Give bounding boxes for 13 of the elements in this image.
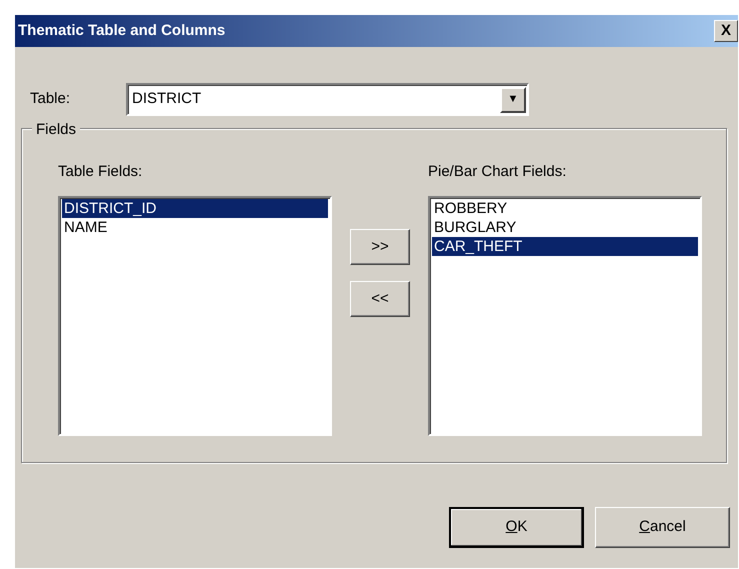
list-item[interactable]: DISTRICT_ID [62,198,328,218]
cancel-button[interactable]: Cancel [595,507,730,548]
list-item[interactable]: CAR_THEFT [432,236,698,256]
list-item[interactable]: BURGLARY [432,218,698,236]
close-button[interactable]: X [714,20,738,42]
remove-button[interactable]: << [350,281,410,317]
list-item[interactable]: ROBBERY [432,198,698,218]
table-dropdown[interactable]: DISTRICT ▼ [126,83,529,116]
ok-button[interactable]: OK [449,507,584,548]
add-button[interactable]: >> [350,229,410,265]
table-label: Table: [30,89,72,110]
list-item[interactable]: NAME [62,218,328,236]
window-title: Thematic Table and Columns [18,20,226,41]
